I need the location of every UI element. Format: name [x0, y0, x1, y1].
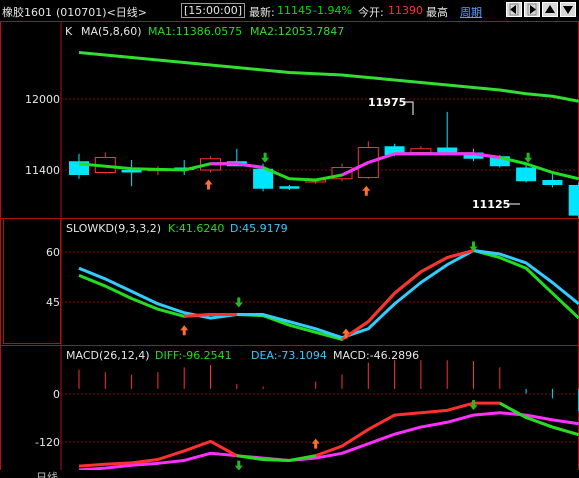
- macd-axis-label-low: -120: [35, 436, 60, 449]
- sell-arrow-icon: [234, 460, 243, 471]
- sell-arrow-icon: [261, 152, 270, 163]
- ma-params-label: MA(5,8,60): [81, 25, 142, 38]
- kd-panel: [78, 241, 579, 341]
- ma2-value: MA2:12053.7847: [250, 25, 344, 38]
- sell-arrow-icon: [524, 152, 533, 163]
- ma60-line: [78, 51, 579, 103]
- price-axis-label-low: 11400: [25, 164, 60, 177]
- annotation-low: 11125: [472, 198, 510, 211]
- candle-body-down: [279, 186, 300, 189]
- annotation-high: 11975: [368, 96, 406, 109]
- buy-arrow-icon: [362, 185, 371, 196]
- macd-axis-label-zero: 0: [53, 388, 60, 401]
- sell-arrow-icon: [234, 297, 243, 308]
- k-label: K: [65, 25, 73, 38]
- price-axis-label-high: 12000: [25, 93, 60, 106]
- buy-arrow-icon: [204, 179, 213, 190]
- macd-dea-value: DEA:-73.1094: [251, 349, 327, 362]
- candle-body-down: [516, 167, 537, 182]
- chart-canvas[interactable]: 12000 11400 60 45 0 -120 K MA(5,8,60) MA…: [0, 0, 579, 478]
- ma1-value: MA1:11386.0575: [148, 25, 242, 38]
- kd-k-value: K:41.6240: [168, 222, 224, 235]
- kd-axis-label-low: 45: [46, 296, 60, 309]
- kd-title: SLOWKD(9,3,3,2): [66, 222, 161, 235]
- macd-panel: [78, 360, 579, 472]
- buy-arrow-icon: [180, 325, 189, 336]
- kd-panel-title: SLOWKD(9,3,3,2) K:41.6240 D:45.9179: [66, 222, 288, 235]
- candle-body-down: [568, 185, 579, 216]
- macd-diff-value: DIFF:-96.2541: [155, 349, 232, 362]
- price-panel-title: K MA(5,8,60) MA1:11386.0575 MA2:12053.78…: [65, 25, 344, 38]
- ma-short-line: [78, 152, 579, 182]
- price-panel: [69, 51, 579, 219]
- macd-macd-value: MACD:-46.2896: [333, 349, 419, 362]
- grid-lines: [61, 98, 579, 443]
- y-axis-labels: 12000 11400 60 45 0 -120: [25, 93, 60, 449]
- macd-title: MACD(26,12,4): [66, 349, 150, 362]
- kd-d-value: D:45.9179: [230, 222, 288, 235]
- macd-panel-title: MACD(26,12,4) DIFF:-96.2541 DEA:-73.1094…: [66, 349, 419, 362]
- date-strip: [0, 470, 579, 478]
- kd-d-line: [78, 248, 579, 340]
- kd-axis-label-high: 60: [46, 246, 60, 259]
- candle-body-up: [410, 148, 432, 153]
- date-label: 日线: [36, 470, 58, 478]
- kd-k-line: [78, 248, 579, 341]
- candle-body-down: [542, 180, 563, 185]
- buy-arrow-icon: [311, 438, 320, 449]
